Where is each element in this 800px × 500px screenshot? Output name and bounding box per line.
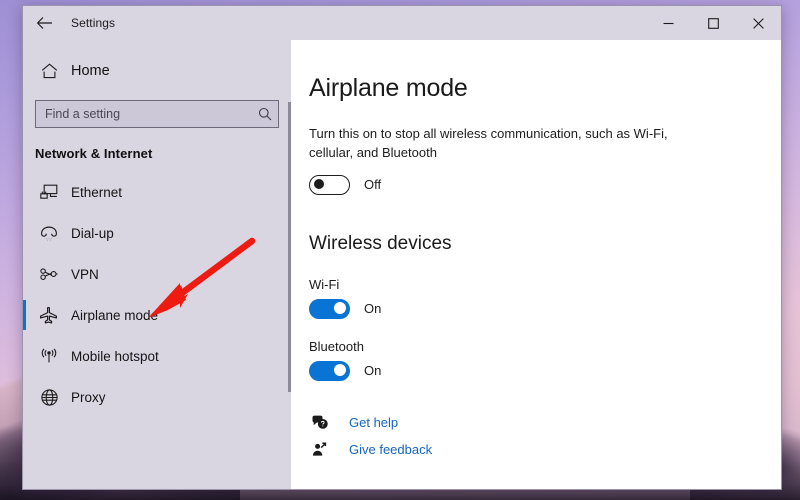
sidebar-item-ethernet[interactable]: Ethernet xyxy=(23,175,291,209)
airplane-icon xyxy=(35,306,63,324)
maximize-button[interactable] xyxy=(691,6,736,40)
back-arrow-icon[interactable] xyxy=(23,6,65,40)
window-title: Settings xyxy=(71,16,116,30)
sidebar-item-label: Dial-up xyxy=(71,225,114,241)
airplane-mode-toggle-row: Off xyxy=(309,174,781,195)
minimize-button[interactable] xyxy=(646,6,691,40)
bluetooth-toggle-row: On xyxy=(309,360,781,381)
close-button[interactable] xyxy=(736,6,781,40)
get-help-link[interactable]: Get help xyxy=(309,415,781,430)
ethernet-icon xyxy=(35,184,63,200)
airplane-mode-toggle-label: Off xyxy=(364,177,382,193)
airplane-mode-toggle[interactable] xyxy=(309,174,350,195)
sidebar-item-label: Airplane mode xyxy=(71,307,159,323)
settings-content-pane: Airplane mode Turn this on to stop all w… xyxy=(291,40,781,489)
bluetooth-toggle-label: On xyxy=(364,363,382,379)
toggle-knob xyxy=(334,301,346,314)
settings-window: Settings Home Find a setting Network & I… xyxy=(22,5,782,490)
vpn-icon xyxy=(35,267,63,281)
wifi-toggle-label: On xyxy=(364,301,382,317)
give-feedback-label: Give feedback xyxy=(349,441,433,457)
sidebar-item-home[interactable]: Home xyxy=(23,54,291,88)
sidebar-item-proxy[interactable]: Proxy xyxy=(23,380,291,414)
sidebar-item-dial-up[interactable]: Dial-up xyxy=(23,216,291,250)
device-block-bluetooth: Bluetooth On xyxy=(309,339,781,381)
wireless-devices-heading: Wireless devices xyxy=(309,232,452,254)
sidebar-item-label: Ethernet xyxy=(71,184,123,200)
sidebar-home-label: Home xyxy=(71,63,110,79)
sidebar-item-mobile-hotspot[interactable]: Mobile hotspot xyxy=(23,339,291,373)
get-help-label: Get help xyxy=(349,414,399,430)
give-feedback-link[interactable]: Give feedback xyxy=(309,442,781,457)
search-icon[interactable] xyxy=(258,107,272,121)
wifi-label: Wi-Fi xyxy=(309,276,340,292)
sidebar-section-header: Network & Internet xyxy=(35,146,153,161)
wifi-toggle[interactable] xyxy=(309,298,350,319)
window-body: Home Network & Internet xyxy=(23,40,781,489)
hotspot-antenna-icon xyxy=(35,348,63,364)
sidebar-scrollbar[interactable] xyxy=(288,102,291,392)
toggle-knob xyxy=(334,363,346,376)
settings-sidebar: Home Network & Internet xyxy=(23,40,291,489)
title-bar-left-group: Settings xyxy=(23,6,115,40)
sidebar-item-label: Proxy xyxy=(71,389,106,405)
help-links-group: Get help Give feedback xyxy=(309,415,781,457)
dialup-phone-icon xyxy=(35,225,63,241)
bluetooth-label: Bluetooth xyxy=(309,338,364,354)
sidebar-item-label: Mobile hotspot xyxy=(71,348,159,364)
sidebar-item-vpn[interactable]: VPN xyxy=(23,257,291,291)
search-input[interactable] xyxy=(45,107,258,121)
feedback-person-icon xyxy=(309,442,331,457)
help-bubble-icon xyxy=(309,415,331,430)
globe-icon xyxy=(35,388,63,406)
window-title-bar: Settings xyxy=(23,6,781,40)
home-icon xyxy=(35,63,63,79)
wifi-toggle-row: On xyxy=(309,298,781,319)
page-description: Turn this on to stop all wireless commun… xyxy=(309,126,668,160)
search-box[interactable] xyxy=(35,100,279,128)
device-block-wifi: Wi-Fi On xyxy=(309,277,781,319)
sidebar-item-airplane-mode[interactable]: Airplane mode xyxy=(23,298,291,332)
bluetooth-toggle[interactable] xyxy=(309,360,350,381)
sidebar-nav-list: Ethernet Dial-up VPN Airplane mode Mobil… xyxy=(23,175,291,414)
page-title: Airplane mode xyxy=(309,74,468,102)
sidebar-item-label: VPN xyxy=(71,266,99,282)
toggle-knob xyxy=(314,178,324,189)
